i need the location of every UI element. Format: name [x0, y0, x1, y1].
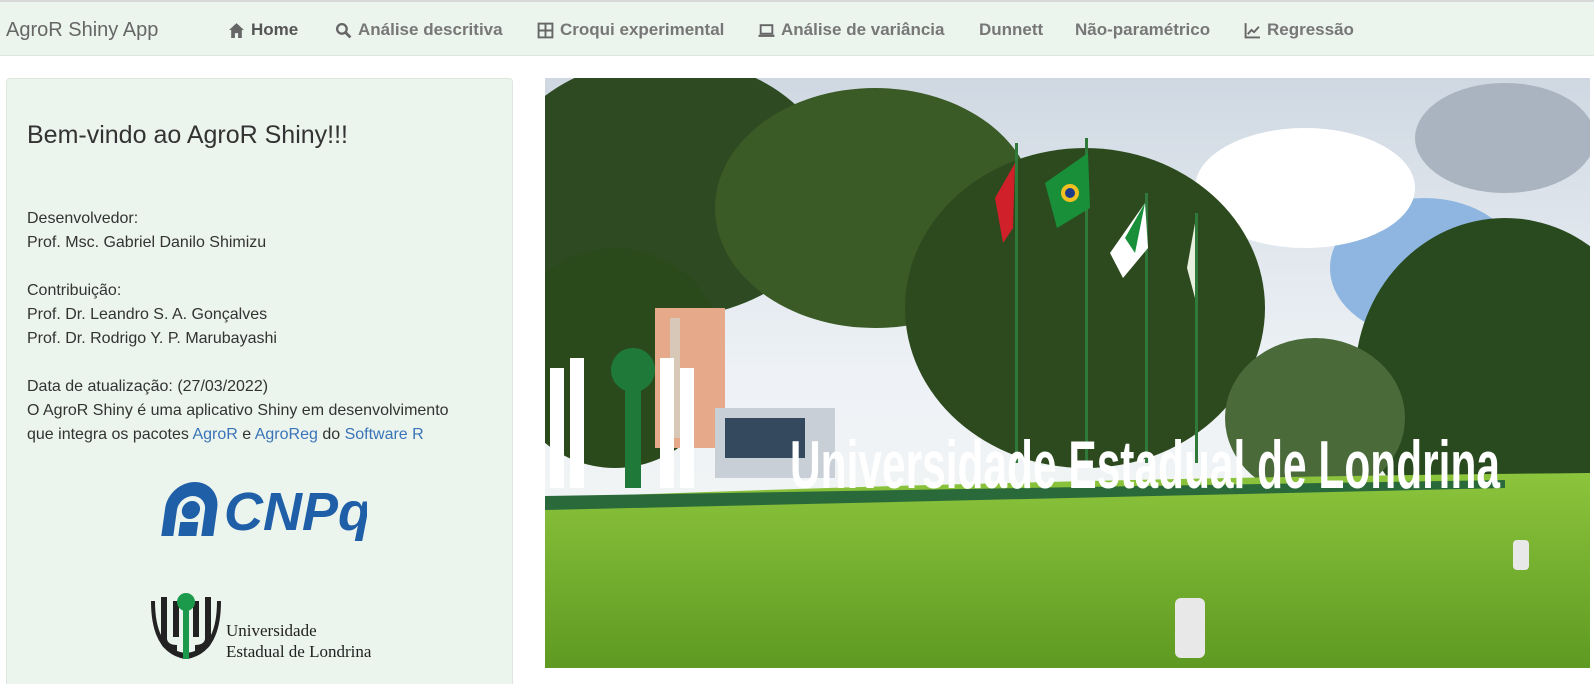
cnpq-logo: CNPq: [152, 474, 371, 549]
search-icon: [335, 22, 352, 38]
nav-home-label: Home: [251, 20, 299, 39]
welcome-heading: Bem-vindo ao AgroR Shiny!!!: [27, 121, 348, 149]
software-r-link[interactable]: Software R: [345, 426, 424, 443]
nav-dunnett-label: Dunnett: [979, 20, 1044, 39]
description-prefix: que integra os pacotes: [27, 426, 193, 443]
line-chart-icon: [1244, 22, 1260, 38]
uel-logo-line2: Estadual de Londrina: [226, 642, 371, 661]
nav-anova-label: Análise de variância: [781, 20, 945, 39]
description-conj: e: [237, 426, 255, 443]
nav-dunnett[interactable]: Dunnett: [979, 20, 1043, 40]
sidebar-panel: Bem-vindo ao AgroR Shiny!!! Desenvolvedo…: [6, 78, 513, 684]
nav-descriptive[interactable]: Análise descritiva: [335, 20, 503, 40]
developer-name: Prof. Msc. Gabriel Danilo Shimizu: [27, 234, 267, 251]
nav-anova[interactable]: Análise de variância: [758, 20, 944, 40]
top-navbar: AgroR Shiny App Home Análise descritiva …: [0, 0, 1594, 56]
laptop-icon: [758, 23, 775, 37]
description-line-2: que integra os pacotes AgroR e AgroReg d…: [27, 423, 424, 447]
campus-photo: Universidade Estadual de Londrina: [545, 78, 1590, 668]
agroreg-link[interactable]: AgroReg: [255, 426, 318, 443]
nav-descriptive-label: Análise descritiva: [358, 20, 503, 39]
contributor-1: Prof. Dr. Leandro S. A. Gonçalves: [27, 306, 268, 323]
app-brand[interactable]: AgroR Shiny App: [6, 19, 158, 42]
cnpq-logo-text: CNPq: [224, 482, 367, 542]
update-date: Data de atualização: (27/03/2022): [27, 378, 269, 395]
nav-regression-label: Regressão: [1267, 20, 1354, 39]
sign-text: Universidade Estadual de Londrina: [790, 427, 1501, 503]
nav-croqui-label: Croqui experimental: [560, 20, 725, 39]
home-icon: [229, 22, 244, 38]
uel-logo: Universidade Estadual de Londrina: [151, 591, 372, 668]
developer-heading: Desenvolvedor:: [27, 210, 139, 227]
description-do: do: [317, 426, 345, 443]
uel-logo-line1: Universidade: [226, 621, 317, 640]
contributor-2: Prof. Dr. Rodrigo Y. P. Marubayashi: [27, 330, 277, 347]
description-line-1: O AgroR Shiny é uma aplicativo Shiny em …: [27, 402, 449, 419]
nav-nonparametric-label: Não-paramétrico: [1075, 20, 1211, 39]
grid-icon: [537, 22, 554, 38]
nav-croqui[interactable]: Croqui experimental: [537, 20, 724, 40]
nav-regression[interactable]: Regressão: [1244, 20, 1354, 40]
agror-link[interactable]: AgroR: [192, 426, 237, 443]
nav-nonparametric[interactable]: Não-paramétrico: [1075, 20, 1210, 40]
nav-home[interactable]: Home: [228, 20, 298, 40]
contribution-heading: Contribuição:: [27, 282, 122, 299]
